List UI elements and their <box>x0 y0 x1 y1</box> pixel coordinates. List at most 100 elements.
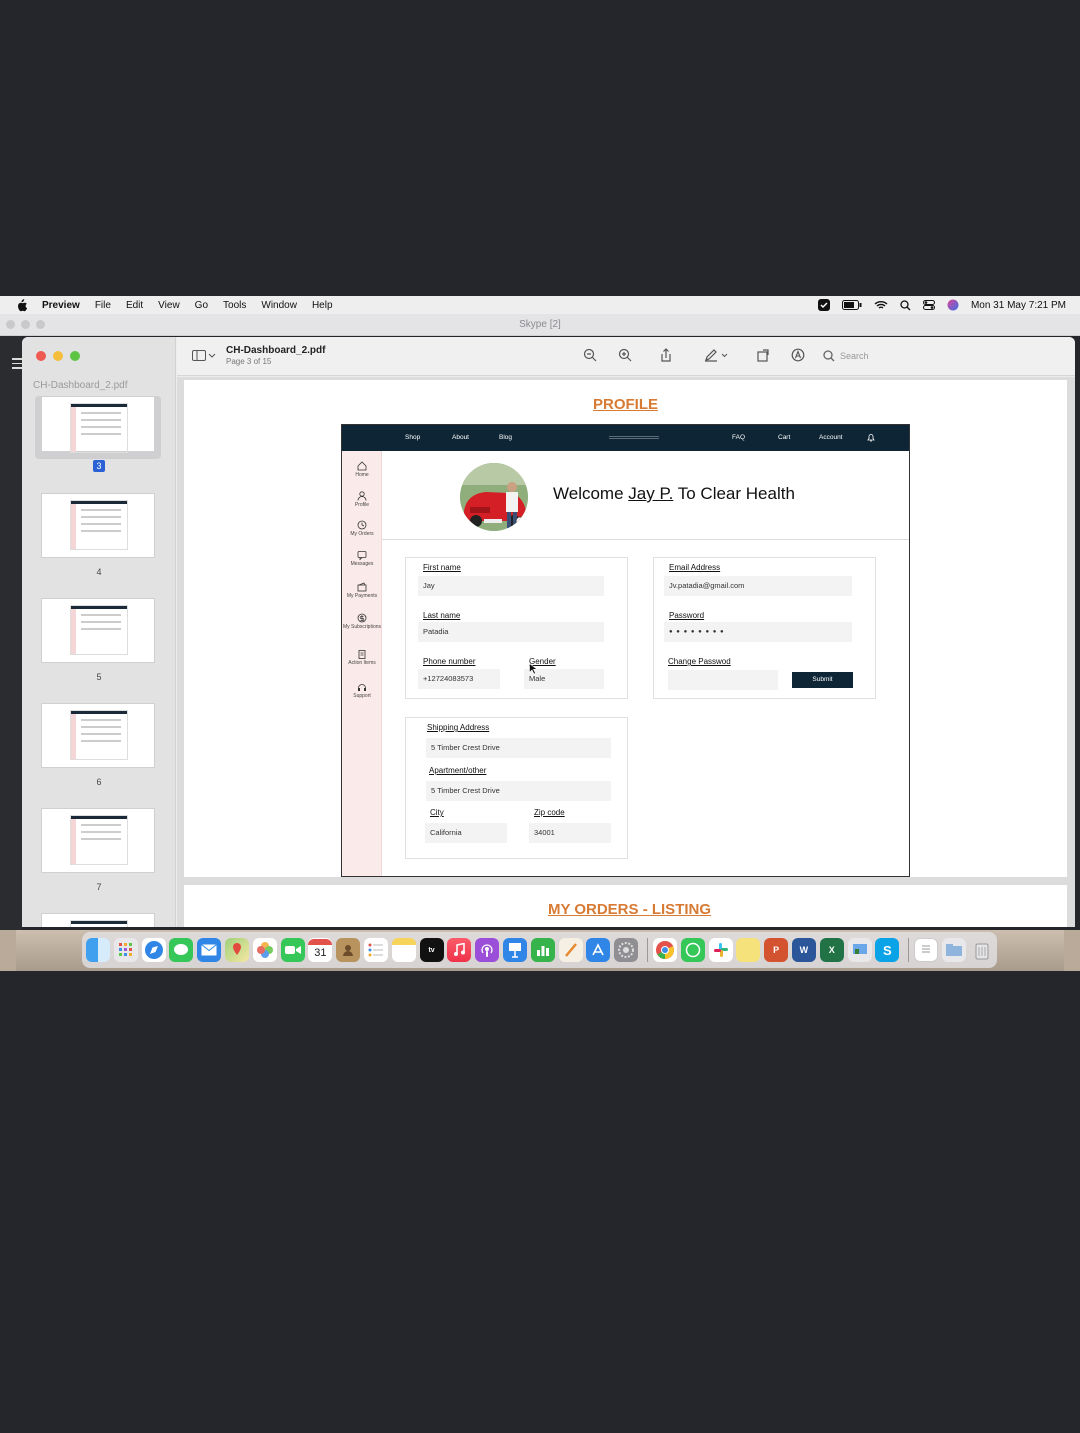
slack-icon[interactable] <box>708 938 733 962</box>
phone-field[interactable]: +12724083573 <box>418 669 500 689</box>
share-icon[interactable] <box>659 348 673 368</box>
excel-icon[interactable]: X <box>819 938 844 962</box>
shipping-address-label: Shipping Address <box>427 723 490 732</box>
finder-icon[interactable] <box>86 938 110 962</box>
search-icon <box>823 350 835 362</box>
zoom-in-icon[interactable] <box>618 348 632 367</box>
contacts-icon[interactable] <box>336 938 361 962</box>
sidebar-toggle-icon[interactable] <box>192 349 216 367</box>
thumbnail-number-4: 4 <box>96 567 102 577</box>
facetime-icon[interactable] <box>280 938 305 962</box>
shipping-address-field[interactable]: 5 Timber Crest Drive <box>426 738 611 758</box>
launchpad-icon[interactable] <box>113 938 138 962</box>
whatsapp-icon[interactable] <box>680 938 705 962</box>
messages-icon[interactable] <box>169 938 194 962</box>
battery-icon[interactable] <box>841 300 862 310</box>
close-window-button[interactable] <box>36 351 46 361</box>
control-center-icon[interactable] <box>922 300 935 310</box>
city-field[interactable]: California <box>425 823 507 843</box>
apple-logo-icon[interactable] <box>16 298 32 312</box>
keynote-icon[interactable] <box>502 938 527 962</box>
page-title: PROFILE <box>592 396 658 413</box>
podcasts-icon[interactable] <box>475 938 500 962</box>
payment-icon <box>357 582 367 592</box>
safari-icon[interactable] <box>141 938 166 962</box>
page-thumbnail-6[interactable] <box>41 703 155 768</box>
appletv-icon[interactable]: tv <box>419 938 444 962</box>
preview-window: CH-Dashboard_2.pdf 3 4 5 6 7 CH-Dashboar… <box>22 337 1075 927</box>
menu-help[interactable]: Help <box>312 300 333 311</box>
skype-window-controls[interactable] <box>6 320 45 329</box>
menu-view[interactable]: View <box>158 300 180 311</box>
numbers-icon[interactable] <box>530 938 555 962</box>
menu-app-name[interactable]: Preview <box>42 300 80 311</box>
spotlight-search-icon[interactable] <box>900 299 911 311</box>
dock-separator-2 <box>908 938 910 962</box>
powerpoint-icon[interactable]: P <box>764 938 789 962</box>
page-thumbnail-8[interactable] <box>41 913 155 927</box>
calendar-icon[interactable]: 31 <box>308 938 333 962</box>
markup-pen-icon[interactable] <box>704 348 728 367</box>
first-name-field[interactable]: Jay <box>418 576 604 596</box>
clock-text[interactable]: Mon 31 May 7:21 PM <box>971 300 1066 311</box>
profile-header: Welcome Jay P. To Clear Health <box>382 451 909 540</box>
rotate-icon[interactable] <box>757 348 771 367</box>
notes-icon[interactable] <box>391 938 416 962</box>
menu-go[interactable]: Go <box>195 300 208 311</box>
menu-file[interactable]: File <box>95 300 111 311</box>
nav-cart: Cart <box>778 434 791 441</box>
menu-window[interactable]: Window <box>261 300 297 311</box>
nav-blog: Blog <box>499 434 513 441</box>
reminders-icon[interactable] <box>363 938 388 962</box>
markup-toolbar-icon[interactable] <box>791 348 805 367</box>
photos-icon[interactable] <box>252 938 277 962</box>
site-logo <box>609 436 659 439</box>
page-thumbnail-7[interactable] <box>41 808 155 873</box>
page-thumbnail-5[interactable] <box>41 598 155 663</box>
mouse-cursor-icon <box>529 662 538 680</box>
mockup-sidebar: Home Profile My Orders Messages My Payme… <box>342 451 382 876</box>
page-thumbnail-4[interactable] <box>41 493 155 558</box>
pages-icon[interactable] <box>558 938 583 962</box>
minimize-window-button[interactable] <box>53 351 63 361</box>
wifi-icon[interactable] <box>874 300 888 310</box>
personal-info-card: First name Jay Last name Patadia Phone n… <box>405 557 628 699</box>
maps-icon[interactable] <box>224 938 249 962</box>
music-icon[interactable] <box>447 938 472 962</box>
shield-check-icon[interactable] <box>817 299 830 311</box>
appstore-icon[interactable] <box>586 938 611 962</box>
submit-button[interactable]: Submit <box>792 672 853 688</box>
siri-icon[interactable] <box>947 299 959 311</box>
zip-code-field[interactable]: 34001 <box>529 823 611 843</box>
preview-icon[interactable] <box>847 938 872 962</box>
settings-icon[interactable] <box>614 938 639 962</box>
trash-icon[interactable] <box>970 938 994 962</box>
change-password-label: Change Passwod <box>668 657 731 666</box>
word-icon[interactable]: W <box>791 938 816 962</box>
zoom-out-icon[interactable] <box>583 348 597 367</box>
email-field[interactable]: Jv.patadia@gmail.com <box>664 576 852 596</box>
page-thumbnail-3[interactable] <box>41 396 155 453</box>
mail-icon[interactable] <box>197 938 222 962</box>
phone-label: Phone number <box>423 657 476 666</box>
last-name-field[interactable]: Patadia <box>418 622 604 642</box>
menu-tools[interactable]: Tools <box>223 300 246 311</box>
thumbnail-number-5: 5 <box>96 672 102 682</box>
stickies-icon[interactable] <box>736 938 761 962</box>
folder-icon[interactable] <box>941 938 966 962</box>
hamburger-menu-icon[interactable] <box>12 358 22 372</box>
skype-icon[interactable]: S <box>875 938 900 962</box>
search-field[interactable]: Search <box>823 346 1068 366</box>
document-icon[interactable] <box>914 938 939 962</box>
skype-window-body <box>0 336 22 930</box>
password-field[interactable]: ● ● ● ● ● ● ● ● <box>664 622 852 642</box>
menu-edit[interactable]: Edit <box>126 300 143 311</box>
change-password-field[interactable] <box>668 670 778 690</box>
apartment-field[interactable]: 5 Timber Crest Drive <box>426 781 611 801</box>
pdf-page: PROFILE Shop About Blog FAQ Cart Account… <box>184 380 1067 877</box>
zoom-window-button[interactable] <box>70 351 80 361</box>
document-viewer[interactable]: PROFILE Shop About Blog FAQ Cart Account… <box>177 377 1075 927</box>
sidebar-filename: CH-Dashboard_2.pdf <box>33 380 128 391</box>
zip-code-label: Zip code <box>534 808 565 817</box>
chrome-icon[interactable] <box>652 938 677 962</box>
